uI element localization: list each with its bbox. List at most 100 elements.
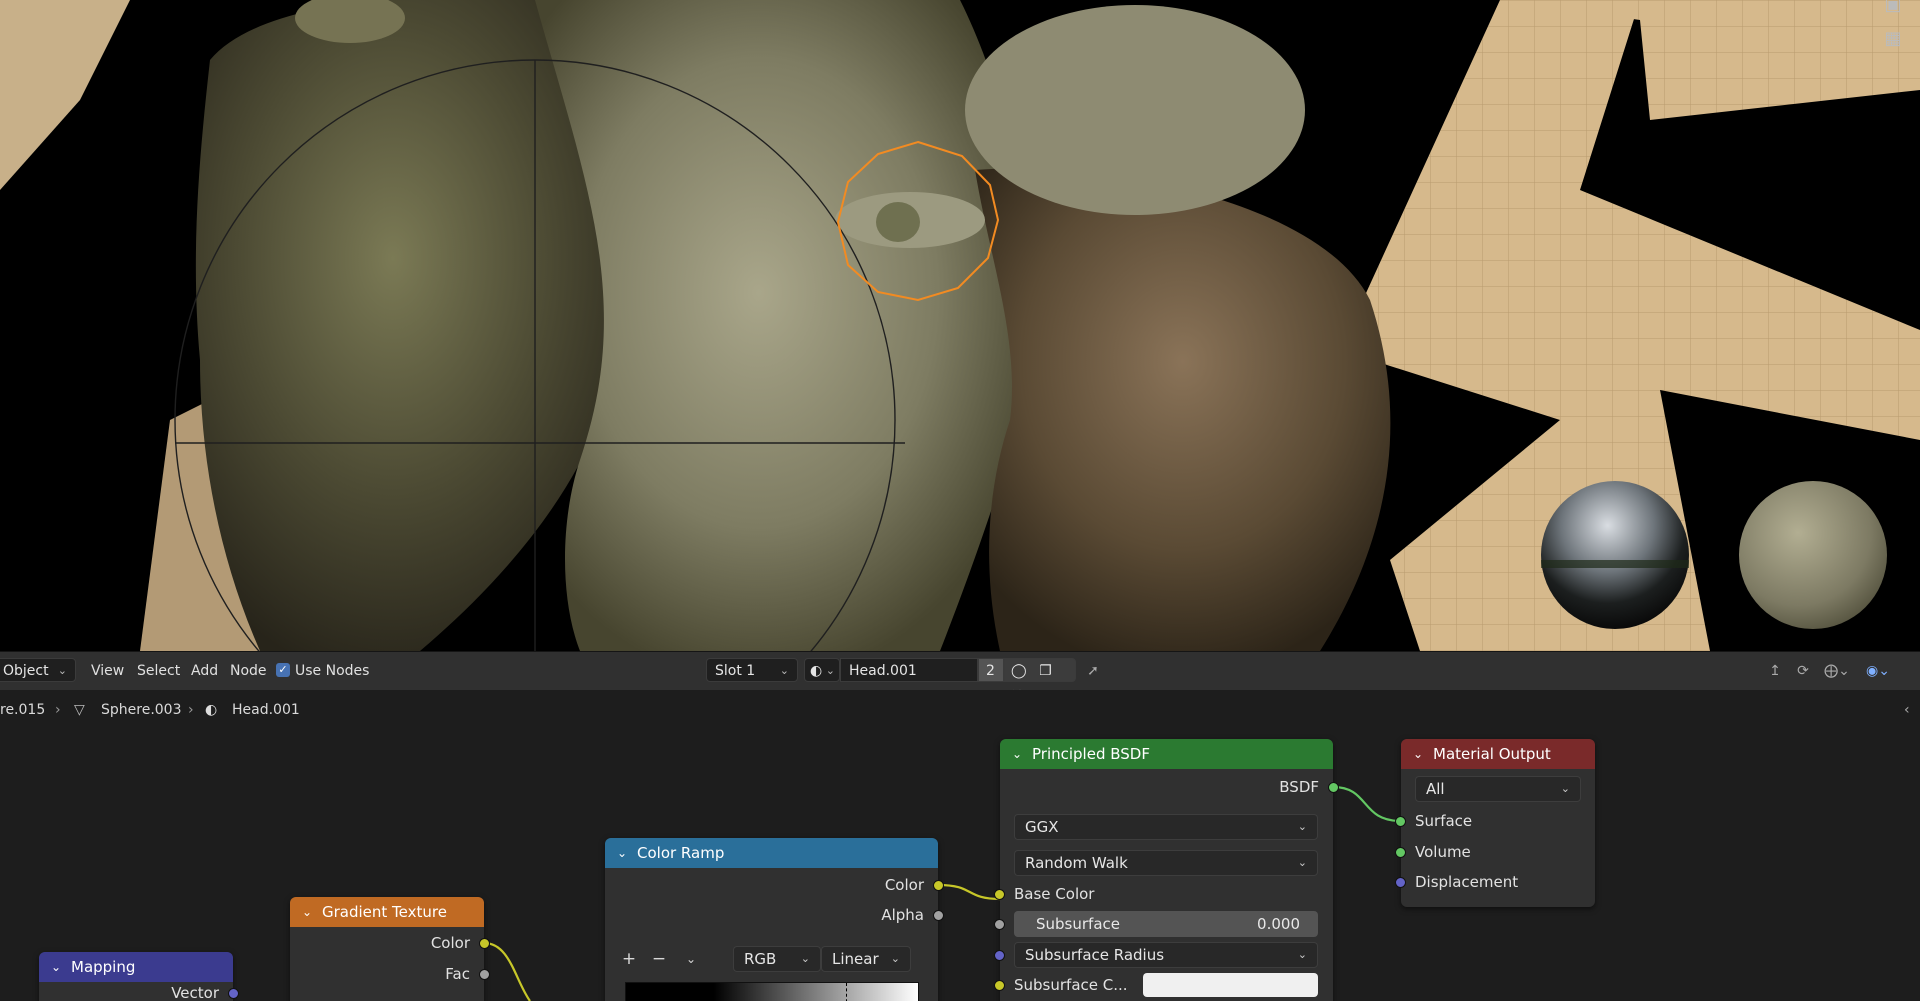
duplicate-material-icon[interactable]: ❐	[1039, 663, 1052, 679]
ortho-grid-icon[interactable]: ▦	[1880, 26, 1906, 52]
distribution-label: GGX	[1025, 818, 1059, 836]
3d-viewport[interactable]: ▣ ▦	[0, 0, 1920, 651]
subsurface-method-dropdown[interactable]: Random Walk ⌄	[1014, 850, 1318, 876]
surface-label: Surface	[1415, 812, 1473, 830]
menu-view[interactable]: View	[91, 661, 124, 681]
camera-icon[interactable]: ▣	[1880, 0, 1906, 18]
ramp-stop-marker[interactable]	[846, 983, 847, 1001]
user-count-text: 2	[986, 663, 995, 679]
ramp-menu-chevron-icon[interactable]: ⌄	[679, 946, 703, 972]
color-ramp-alpha-socket[interactable]	[933, 910, 944, 921]
gradient-texture-node[interactable]: ⌄ Gradient Texture Color Fac	[290, 897, 490, 1001]
menu-node[interactable]: Node	[230, 661, 267, 681]
collapse-chevron-icon[interactable]: ⌄	[1413, 739, 1423, 769]
surface-socket[interactable]	[1395, 816, 1406, 827]
distribution-dropdown[interactable]: GGX ⌄	[1014, 814, 1318, 840]
fake-user-shield-icon[interactable]: ◯	[1011, 663, 1027, 679]
material-output-header[interactable]: ⌄ Material Output	[1401, 739, 1595, 769]
use-nodes-label: Use Nodes	[295, 663, 370, 679]
object-mode-label: Object	[3, 663, 49, 679]
remove-stop-icon[interactable]: −	[647, 946, 671, 972]
chevron-down-icon: ⌄	[1560, 782, 1570, 795]
object-mode-dropdown[interactable]: Object ⌄	[0, 658, 76, 682]
bsdf-node-header[interactable]: ⌄ Principled BSDF	[1000, 739, 1333, 769]
color-ramp-output-color: Color	[884, 876, 924, 894]
viewport-scene	[0, 0, 1920, 651]
render-target-label: All	[1426, 780, 1445, 798]
subsurface-color-socket[interactable]	[994, 980, 1005, 991]
color-ramp-color-socket[interactable]	[933, 880, 944, 891]
color-ramp-gradient-bar[interactable]	[625, 982, 919, 1001]
bsdf-title: Principled BSDF	[1032, 745, 1150, 763]
gradient-output-color: Color	[430, 934, 470, 952]
add-stop-icon[interactable]: +	[617, 946, 641, 972]
material-output-title: Material Output	[1433, 745, 1551, 763]
parent-node-tree-icon[interactable]: ↥	[1764, 661, 1786, 681]
material-output-node[interactable]: ⌄ Material Output All ⌄ Surface Volume D…	[1395, 739, 1595, 907]
subsurface-socket[interactable]	[994, 919, 1005, 930]
subsurface-method-label: Random Walk	[1025, 854, 1128, 872]
gradient-fac-socket[interactable]	[479, 969, 490, 980]
node-editor-header: Object ⌄ View Select Add Node ✓ Use Node…	[0, 651, 1920, 703]
menu-add[interactable]: Add	[191, 661, 218, 681]
subsurface-slider[interactable]: Subsurface 0.000	[1014, 911, 1318, 937]
menu-select[interactable]: Select	[137, 661, 180, 681]
color-ramp-node[interactable]: ⌄ Color Ramp Color Alpha + − ⌄ RGB ⌄ Lin…	[605, 838, 944, 1001]
collapse-chevron-icon[interactable]: ⌄	[1012, 739, 1022, 769]
color-mode-dropdown[interactable]: RGB ⌄	[733, 946, 821, 972]
base-color-socket[interactable]	[994, 889, 1005, 900]
bsdf-output-socket[interactable]	[1328, 782, 1339, 793]
collapse-chevron-icon[interactable]: ⌄	[617, 838, 627, 868]
chevron-down-icon: ⌄	[825, 664, 835, 677]
volume-label: Volume	[1415, 843, 1471, 861]
subsurface-color-swatch[interactable]	[1143, 973, 1318, 997]
subsurface-radius-dropdown[interactable]: Subsurface Radius ⌄	[1014, 942, 1318, 968]
color-ramp-toolbar: + − ⌄ RGB ⌄ Linear ⌄	[617, 946, 927, 972]
node-editor-canvas[interactable]: re.015 › ▽ Sphere.003 › ◐ Head.001 ‹ ⌄ M…	[0, 690, 1920, 1001]
principled-bsdf-node[interactable]: ⌄ Principled BSDF BSDF GGX ⌄ Random Walk…	[994, 739, 1339, 1001]
gradient-title: Gradient Texture	[322, 903, 447, 921]
slot-dropdown[interactable]: Slot 1 ⌄	[706, 658, 798, 682]
material-browse-button[interactable]: ◐ ⌄	[804, 658, 840, 682]
subsurface-radius-socket[interactable]	[994, 950, 1005, 961]
bsdf-output-label: BSDF	[1279, 778, 1319, 796]
mapping-title: Mapping	[71, 958, 136, 976]
subsurface-label: Subsurface	[1036, 915, 1120, 933]
chevron-down-icon: ⌄	[1297, 948, 1307, 961]
collapse-chevron-icon[interactable]: ⌄	[51, 952, 61, 982]
mapping-node-header[interactable]: ⌄ Mapping	[39, 952, 233, 982]
user-count-badge[interactable]: 2	[978, 658, 1004, 682]
use-nodes-checkbox[interactable]: ✓	[276, 663, 290, 677]
overlays-icon[interactable]: ◉⌄	[1858, 661, 1898, 681]
displacement-label: Displacement	[1415, 873, 1519, 891]
color-mode-label: RGB	[744, 950, 777, 968]
mapping-vector-socket[interactable]	[228, 988, 239, 999]
gradient-node-header[interactable]: ⌄ Gradient Texture	[290, 897, 484, 927]
interpolation-dropdown[interactable]: Linear ⌄	[821, 946, 911, 972]
chevron-down-icon: ⌄	[779, 664, 789, 677]
material-sphere-icon: ◐	[810, 663, 823, 679]
color-ramp-title: Color Ramp	[637, 844, 725, 862]
subsurface-value: 0.000	[1257, 915, 1300, 933]
base-color-label: Base Color	[1014, 885, 1095, 903]
mapping-output-vector: Vector	[171, 984, 219, 1001]
material-name-field[interactable]: Head.001	[840, 658, 978, 682]
chevron-down-icon: ⌄	[57, 664, 67, 677]
gradient-color-socket[interactable]	[479, 938, 490, 949]
volume-socket[interactable]	[1395, 847, 1406, 858]
snapping-icon[interactable]: ⨁⌄	[1820, 661, 1854, 681]
mapping-node[interactable]: ⌄ Mapping Vector	[39, 952, 239, 1001]
overlay-link-icon[interactable]: ⟳	[1792, 661, 1814, 681]
chevron-down-icon: ⌄	[800, 952, 810, 965]
collapse-chevron-icon[interactable]: ⌄	[302, 897, 312, 927]
chevron-down-icon: ⌄	[890, 952, 900, 965]
pin-icon[interactable]: ➚	[1082, 661, 1104, 681]
chevron-down-icon: ⌄	[1297, 820, 1307, 833]
color-ramp-node-header[interactable]: ⌄ Color Ramp	[605, 838, 938, 868]
displacement-socket[interactable]	[1395, 877, 1406, 888]
material-actions: ◯ ❐ ✕	[1004, 658, 1076, 703]
render-target-dropdown[interactable]: All ⌄	[1415, 776, 1581, 802]
slot-label: Slot 1	[715, 663, 756, 679]
chevron-down-icon: ⌄	[1297, 856, 1307, 869]
interpolation-label: Linear	[832, 950, 879, 968]
